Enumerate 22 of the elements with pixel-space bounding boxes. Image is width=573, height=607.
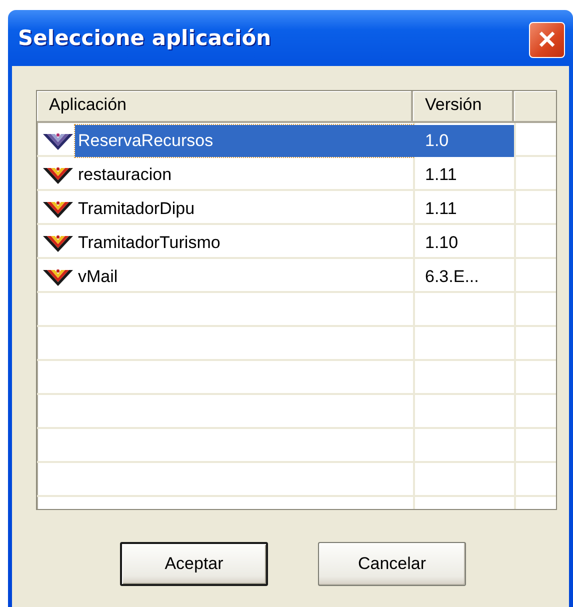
close-button[interactable]: ✕ [529, 22, 565, 58]
application-name[interactable]: TramitadorDipu [75, 197, 198, 221]
v-logo-icon [43, 268, 73, 286]
version-cell-text: 6.3.E... [424, 266, 480, 288]
header-filler [514, 91, 556, 121]
version-cell-text: 1.10 [424, 232, 460, 254]
v-logo-icon [43, 166, 73, 184]
application-name[interactable]: vMail [75, 265, 121, 289]
v-logo-icon [43, 234, 73, 252]
application-name[interactable]: TramitadorTurismo [75, 231, 224, 255]
v-logo-icon [43, 132, 73, 150]
version-cell-text: 1.11 [424, 198, 458, 220]
cancel-button[interactable]: Cancelar [318, 542, 466, 586]
application-name[interactable]: ReservaRecursos [75, 125, 413, 157]
application-name[interactable]: restauracion [75, 163, 175, 187]
v-logo-icon [43, 200, 73, 218]
accept-button[interactable]: Aceptar [120, 542, 268, 586]
column-header[interactable]: Aplicación [37, 91, 413, 121]
column-header[interactable]: Versión [413, 91, 514, 121]
window-title: Seleccione aplicación [18, 26, 272, 50]
version-cell-text: 1.11 [424, 164, 458, 186]
version-cell: 1.0 [413, 125, 514, 157]
